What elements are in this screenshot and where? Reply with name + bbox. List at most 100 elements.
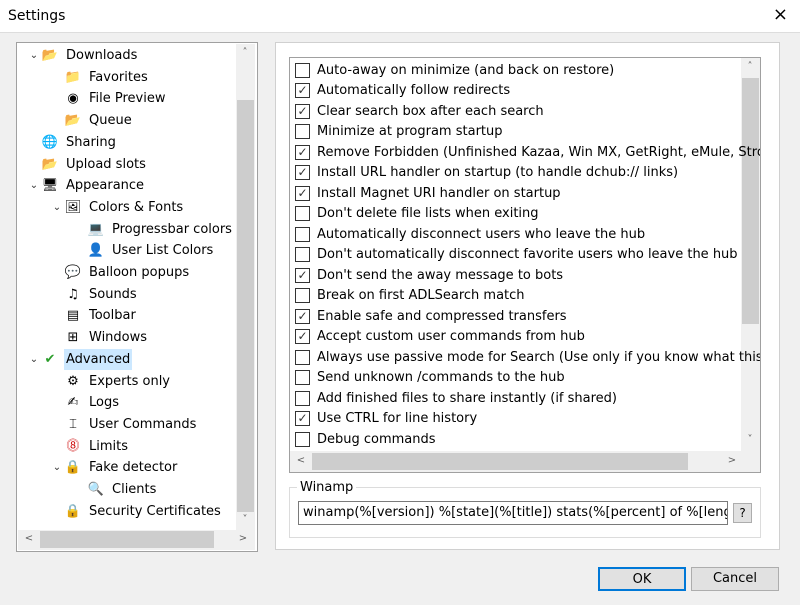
tree-item-sounds[interactable]: ♫ Sounds [50, 284, 139, 305]
checkbox-unchecked[interactable] [295, 247, 310, 262]
option-row[interactable]: Automatically disconnect users who leave… [295, 224, 645, 244]
option-label: Minimize at program startup [317, 124, 503, 139]
gear-icon: ⚙ [67, 373, 79, 389]
tree-item-label: User Commands [89, 416, 197, 432]
option-label: Add finished files to share instantly (i… [317, 390, 618, 406]
scroll-up-icon[interactable]: ˄ [236, 47, 254, 58]
tree-vertical-scrollbar[interactable]: ˄ ˅ [236, 44, 255, 530]
scrollbar-thumb[interactable] [312, 453, 688, 470]
tree-item-logs[interactable]: ✍ Logs [50, 392, 121, 413]
tree-item-toolbar[interactable]: ▤ Toolbar [50, 305, 138, 326]
ok-button[interactable]: OK [598, 567, 686, 591]
tree-item-progressbar-colors[interactable]: 💻 Progressbar colors [73, 219, 234, 240]
option-row[interactable]: ✓ Enable safe and compressed transfers [295, 306, 567, 326]
tree-item-label: Fake detector [89, 460, 178, 476]
advanced-options-list[interactable]: ˄ ˅ < > Auto-away on minimize (and back … [289, 57, 761, 473]
checkbox-unchecked[interactable] [295, 288, 310, 303]
tree-item-balloon-popups[interactable]: 💬 Balloon popups [50, 262, 191, 283]
tree-item-clients[interactable]: 🔍 Clients [73, 479, 158, 500]
scroll-down-icon[interactable]: ˅ [741, 434, 759, 445]
scroll-left-icon[interactable]: < [292, 455, 310, 466]
checkbox-checked[interactable]: ✓ [295, 267, 310, 283]
option-row[interactable]: Always use passive mode for Search (Use … [295, 347, 760, 367]
checkbox-checked[interactable]: ✓ [295, 308, 310, 324]
tree-item-label: Downloads [66, 48, 138, 63]
chevron-down-icon[interactable]: ⌄ [50, 197, 64, 218]
winamp-help-button[interactable]: ? [733, 503, 752, 523]
checkbox-checked[interactable]: ✓ [295, 144, 310, 160]
list-horizontal-scrollbar[interactable]: < > [290, 451, 760, 472]
tree-item-colors-fonts[interactable]: ⌄ 🖼 Colors & Fonts [50, 197, 185, 218]
tree-item-fake-detector[interactable]: ⌄ 🔒 Fake detector [50, 457, 179, 478]
list-vertical-scrollbar[interactable]: ˄ ˅ [741, 58, 760, 451]
scroll-left-icon[interactable]: < [20, 533, 38, 544]
option-row[interactable]: ✓ Install Magnet URI handler on startup [295, 183, 561, 203]
option-row[interactable]: Add finished files to share instantly (i… [295, 388, 617, 408]
tree-item-label: Queue [89, 113, 132, 129]
checkbox-checked[interactable]: ✓ [295, 329, 310, 344]
tree-item-user-commands[interactable]: ⌶ User Commands [50, 414, 198, 435]
option-row[interactable]: Don't delete file lists when exiting [295, 204, 539, 224]
checkbox-unchecked[interactable] [295, 349, 310, 365]
option-row[interactable]: Minimize at program startup [295, 122, 503, 142]
option-row[interactable]: ✓ Don't send the away message to bots [295, 265, 563, 285]
settings-tree[interactable]: ˄ ˅ < > ⌄ 📂 Downloads 📁 Favorites ◉ File Previ… [16, 42, 258, 552]
checkbox-checked[interactable]: ✓ [295, 83, 310, 98]
logs-pen-icon: ✍ [67, 395, 79, 411]
option-row[interactable]: Send unknown /commands to the hub [295, 368, 565, 388]
option-row[interactable]: ✓ Remove Forbidden (Unfinished Kazaa, Win… [295, 142, 760, 162]
scrollbar-thumb[interactable] [237, 100, 254, 512]
tree-item-sharing[interactable]: 🌐 Sharing [27, 132, 118, 153]
scroll-right-icon[interactable]: > [234, 533, 252, 544]
option-row[interactable]: ✓ Use CTRL for line history [295, 409, 477, 429]
checkbox-unchecked[interactable] [295, 62, 310, 78]
option-row[interactable]: ✓ Accept custom user commands from hub [295, 327, 585, 347]
tree-item-upload-slots[interactable]: 📂 Upload slots [27, 154, 148, 175]
scroll-right-icon[interactable]: > [723, 455, 741, 466]
close-icon[interactable]: × [773, 4, 788, 25]
chevron-down-icon[interactable]: ⌄ [27, 175, 41, 196]
chevron-down-icon[interactable]: ⌄ [27, 349, 41, 370]
tree-item-limits[interactable]: ⓼ Limits [50, 436, 130, 457]
tree-item-windows[interactable]: ⊞ Windows [50, 327, 149, 348]
checkbox-checked[interactable]: ✓ [295, 165, 310, 180]
option-row[interactable]: Break on first ADLSearch match [295, 286, 525, 306]
checkbox-checked[interactable]: ✓ [295, 185, 310, 201]
tree-item-security-certificates[interactable]: 🔒 Security Certificates [50, 501, 223, 522]
checkbox-checked[interactable]: ✓ [295, 103, 310, 119]
option-row[interactable]: ✓ Clear search box after each search [295, 101, 544, 121]
option-row[interactable]: ✓ Install URL handler on startup (to hand… [295, 163, 678, 183]
option-row[interactable]: Don't automatically disconnect favorite … [295, 245, 738, 265]
checkbox-unchecked[interactable] [295, 124, 310, 139]
checkbox-unchecked[interactable] [295, 390, 310, 406]
tree-item-label: Balloon popups [89, 265, 190, 280]
tree-item-label: Clients [112, 482, 157, 497]
checkbox-unchecked[interactable] [295, 206, 310, 221]
option-row[interactable]: Debug commands [295, 429, 436, 449]
checkbox-checked[interactable]: ✓ [295, 411, 310, 426]
option-row[interactable]: Auto-away on minimize (and back on resto… [295, 60, 614, 80]
tree-horizontal-scrollbar[interactable]: < > [18, 530, 255, 550]
tree-item-advanced[interactable]: ⌄ ✔ Advanced [27, 348, 133, 370]
scrollbar-thumb[interactable] [40, 531, 214, 548]
scrollbar-thumb[interactable] [742, 78, 759, 324]
tree-item-queue[interactable]: 📂 Queue [50, 110, 134, 131]
tree-item-appearance[interactable]: ⌄ 🖥 Appearance [27, 175, 146, 196]
tree-item-favorites[interactable]: 📁 Favorites [50, 67, 150, 88]
tree-item-downloads[interactable]: ⌄ 📂 Downloads [27, 45, 139, 66]
option-row[interactable]: ✓ Automatically follow redirects [295, 81, 510, 101]
scroll-down-icon[interactable]: ˅ [236, 514, 254, 525]
winamp-format-input[interactable]: winamp(%[version]) %[state](%[title]) st… [298, 501, 728, 525]
chevron-down-icon[interactable]: ⌄ [27, 45, 41, 66]
toolbar-icon: ▤ [66, 308, 80, 324]
tree-item-user-list-colors[interactable]: 👤 User List Colors [73, 240, 215, 261]
scroll-up-icon[interactable]: ˄ [741, 61, 759, 72]
checkbox-unchecked[interactable] [295, 431, 310, 447]
tree-item-file-preview[interactable]: ◉ File Preview [50, 88, 168, 109]
balloon-icon: 💬 [64, 265, 82, 280]
cancel-button[interactable]: Cancel [691, 567, 779, 591]
tree-item-experts-only[interactable]: ⚙ Experts only [50, 371, 172, 392]
checkbox-unchecked[interactable] [295, 226, 310, 242]
checkbox-unchecked[interactable] [295, 370, 310, 385]
chevron-down-icon[interactable]: ⌄ [50, 457, 64, 478]
